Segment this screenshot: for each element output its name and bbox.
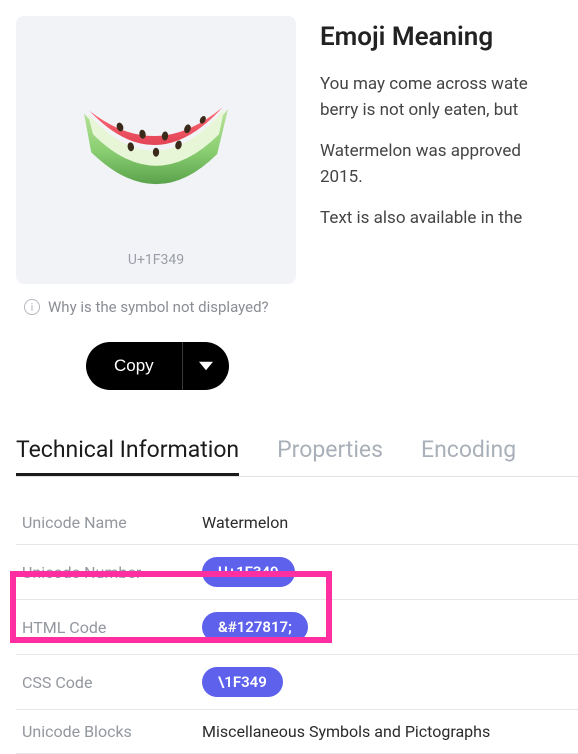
row-label: Unicode Name	[16, 501, 196, 545]
table-row: HTML Code &#127817;	[16, 600, 578, 655]
info-icon: i	[24, 299, 40, 315]
tabs: Technical Information Properties Encodin…	[16, 430, 578, 477]
row-label: CSS Code	[16, 655, 196, 710]
meaning-text: You may come across wateberry is not onl…	[320, 72, 578, 123]
table-row: Unicode Name Watermelon	[16, 501, 578, 545]
row-label: Unicode Number	[16, 545, 196, 600]
chevron-down-icon	[199, 359, 213, 373]
tab-encoding[interactable]: Encoding	[421, 430, 516, 476]
row-value: Watermelon	[196, 501, 578, 545]
unicode-number-pill[interactable]: U+1F349	[202, 557, 295, 587]
copy-button-group: Copy	[86, 342, 296, 390]
meaning-heading: Emoji Meaning	[320, 22, 578, 52]
tab-technical-information[interactable]: Technical Information	[16, 430, 239, 476]
copy-dropdown-button[interactable]	[182, 342, 229, 390]
emoji-card: U+1F349	[16, 16, 296, 284]
technical-info-table: Unicode Name Watermelon Unicode Number U…	[16, 501, 578, 754]
watermelon-icon	[66, 36, 246, 236]
meaning-text: Watermelon was approved2015.	[320, 139, 578, 190]
table-row: Unicode Number U+1F349	[16, 545, 578, 600]
tab-properties[interactable]: Properties	[277, 430, 383, 476]
row-label: HTML Code	[16, 600, 196, 655]
meaning-text: Text is also available in the	[320, 206, 578, 232]
codepoint-label: U+1F349	[128, 252, 184, 268]
table-row: CSS Code \1F349	[16, 655, 578, 710]
html-code-pill[interactable]: &#127817;	[202, 612, 308, 642]
css-code-pill[interactable]: \1F349	[202, 667, 283, 697]
why-not-displayed-link[interactable]: Why is the symbol not displayed?	[48, 298, 269, 316]
copy-button[interactable]: Copy	[86, 342, 182, 390]
